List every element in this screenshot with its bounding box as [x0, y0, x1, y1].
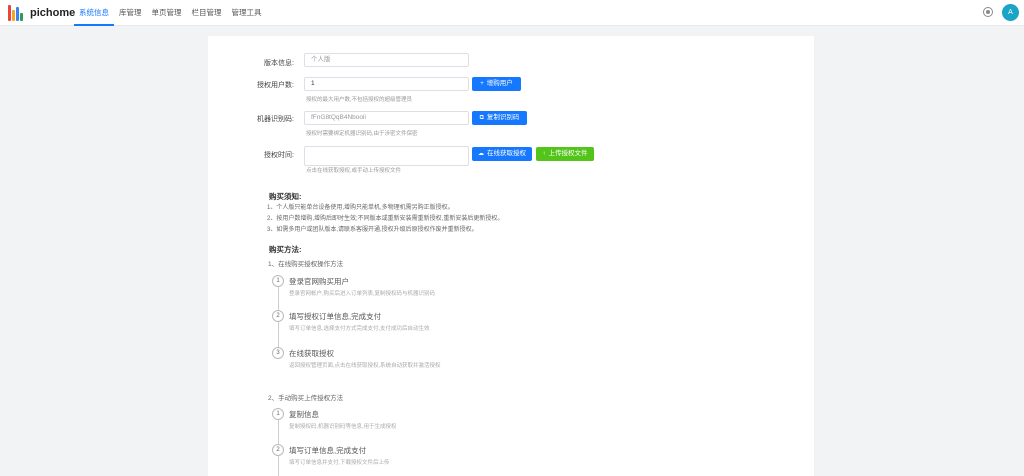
step-number: 3 [272, 347, 284, 359]
pichome-logo[interactable] [8, 5, 25, 21]
step-number: 2 [272, 444, 284, 456]
rule-item: 3、如需多用户或团队版本,请联系客服开通,授权升级后原授权作废并重新授权。 [267, 227, 478, 233]
nav-item-system-info[interactable]: 系统信息 [74, 0, 114, 26]
license-time-label: 授权时间: [264, 152, 294, 159]
main-nav: 系统信息 库管理 单页管理 栏目管理 管理工具 [74, 0, 267, 26]
step-desc: 复制授权码,机器识别码等信息,用于生成授权 [289, 424, 397, 430]
step-desc: 登录官网帐户,购买后进入订单列表,复制授权码与机器识别码 [289, 291, 436, 297]
nav-item-columns[interactable]: 栏目管理 [187, 0, 227, 26]
machine-code-field[interactable]: fFnG8tQqB4Nbooli [304, 111, 469, 125]
version-label: 版本信息: [264, 60, 294, 67]
step-title: 在线获取授权 [289, 349, 334, 358]
rules-title: 购买须知: [269, 192, 302, 201]
step-number: 1 [272, 408, 284, 420]
license-hint: 点击在线获取授权,或手动上传授权文件 [306, 168, 402, 174]
nav-item-pages[interactable]: 单页管理 [147, 0, 187, 26]
upload-license-button[interactable]: ↑ 上传授权文件 [536, 147, 594, 161]
copy-code-button[interactable]: ⧉ 复制识别码 [472, 111, 527, 125]
online-license-button[interactable]: ☁ 在线获取授权 [472, 147, 532, 161]
step-desc: 填写订单信息并支付,下载授权文件后上传 [289, 460, 390, 466]
license-card: 版本信息: 个人版 授权用户数: 1 + 增购用户 授权的最大用户数,不包括授权的… [208, 36, 814, 476]
copy-icon: ⧉ [479, 115, 484, 121]
step-title: 复制信息 [289, 410, 319, 419]
rule-item: 2、按用户数增购,增购后即时生效;不同版本或重新安装需重新授权,重新安装后更新授… [267, 216, 504, 222]
upload-icon: ↑ [542, 151, 546, 157]
rule-item: 1、个人版只能单台设备使用,增购只能单机,多物理机需另购正版授权。 [267, 205, 454, 211]
cloud-icon: ☁ [478, 151, 484, 157]
version-field: 个人版 [304, 53, 469, 67]
machine-hint: 授权时需要绑定机器识别码,由于涉密文件保密 [306, 131, 418, 137]
top-bar: pichome 系统信息 库管理 单页管理 栏目管理 管理工具 A [0, 0, 1024, 26]
avatar[interactable]: A [1002, 4, 1019, 21]
step-desc: 填写订单信息,选择支付方式完成支付,支付成功后自动生效 [289, 326, 430, 332]
settings-icon[interactable] [983, 7, 993, 17]
step-number: 2 [272, 310, 284, 322]
manual-method-title: 2、手动购买上传授权方法 [268, 395, 344, 402]
users-hint: 授权的最大用户数,不包括授权的超级管理员 [306, 97, 413, 103]
step-title: 填写订单信息,完成支付 [289, 446, 367, 455]
license-time-field[interactable] [304, 146, 469, 166]
users-field[interactable]: 1 [304, 77, 469, 91]
buy-users-button[interactable]: + 增购用户 [472, 77, 521, 91]
step-number: 1 [272, 275, 284, 287]
nav-item-tools[interactable]: 管理工具 [227, 0, 267, 26]
step-title: 登录官网购买用户 [289, 277, 349, 286]
nav-item-library[interactable]: 库管理 [114, 0, 147, 26]
brand-name: pichome [30, 7, 76, 19]
users-label: 授权用户数: [257, 82, 294, 89]
step-title: 填写授权订单信息,完成支付 [289, 312, 382, 321]
online-method-title: 1、在线购买授权操作方法 [268, 261, 344, 268]
step-desc: 返回授权管理页面,点击在线获取授权,系统自动获取并激活授权 [289, 363, 441, 369]
methods-title: 购买方法: [269, 245, 302, 254]
machine-label: 机器识别码: [257, 116, 294, 123]
plus-icon: + [480, 81, 484, 87]
